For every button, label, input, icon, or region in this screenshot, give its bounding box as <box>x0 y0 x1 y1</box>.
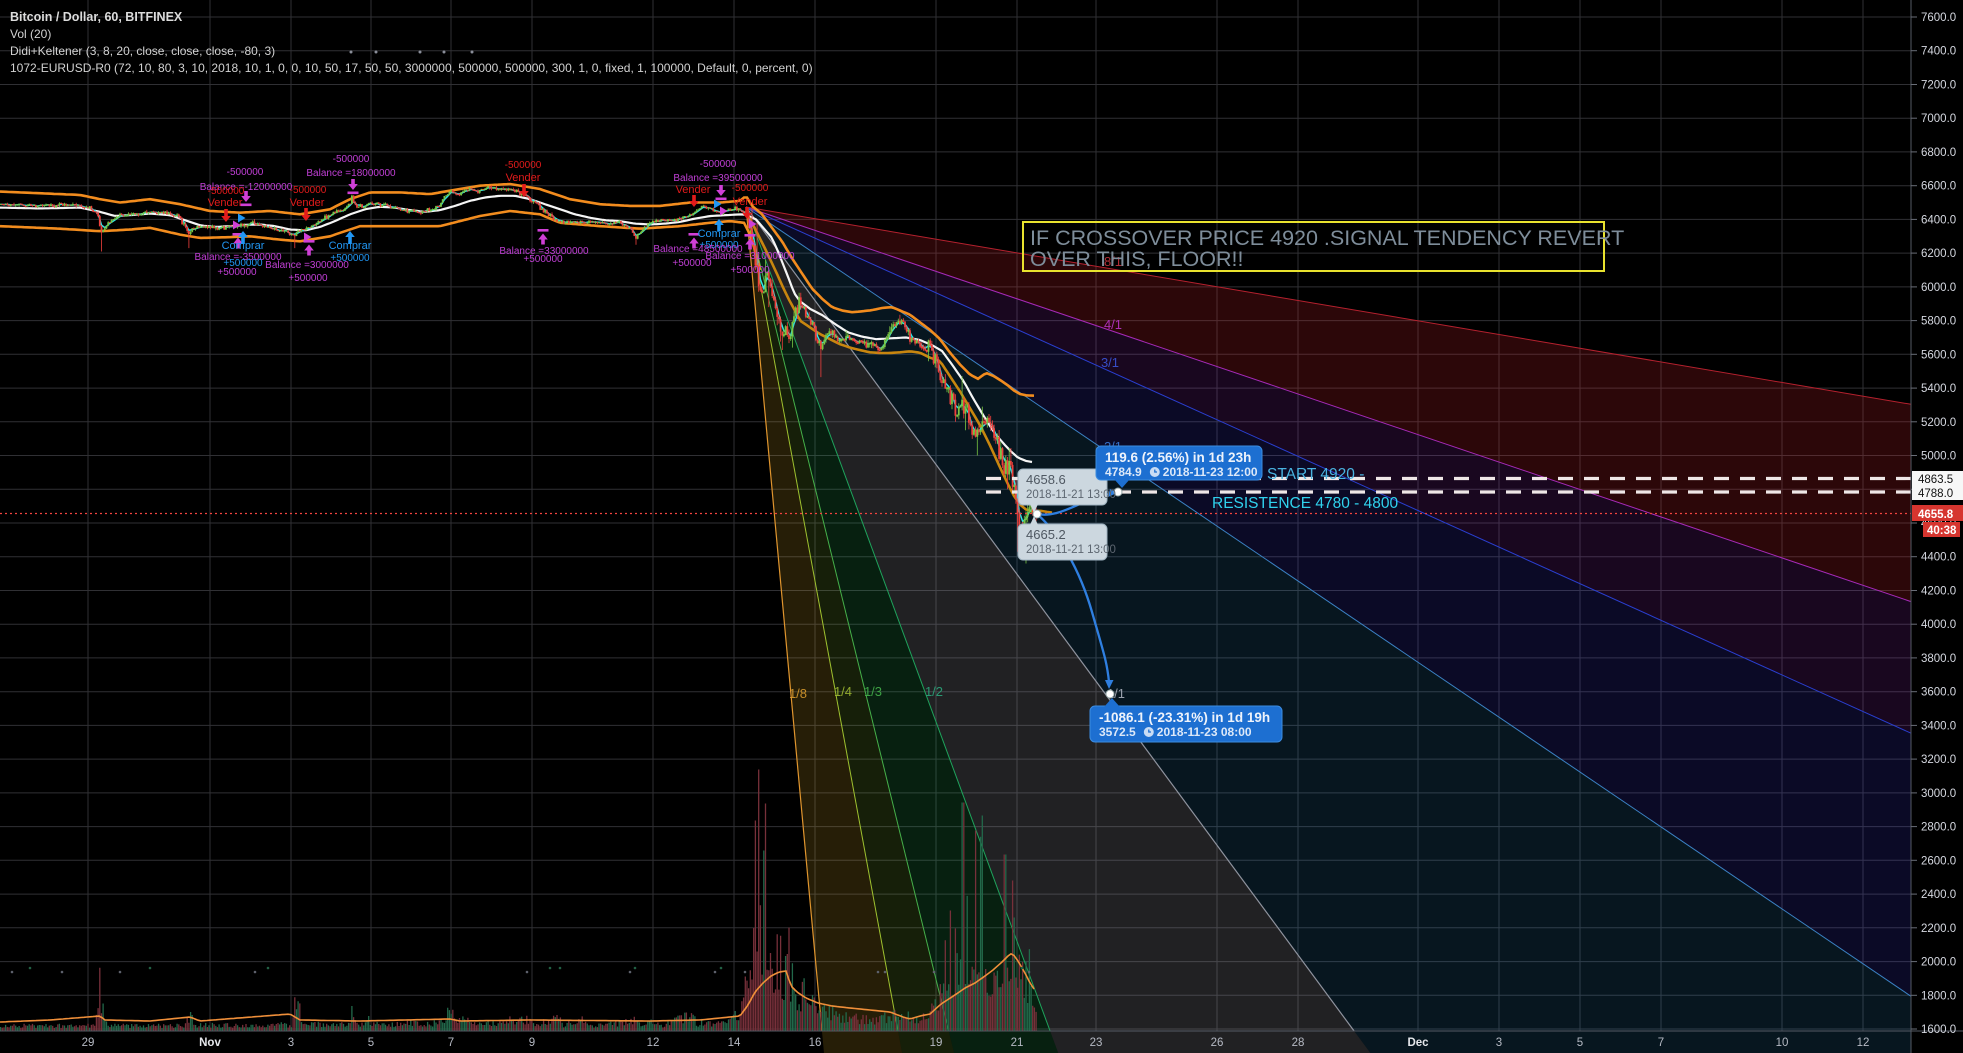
svg-text:3600.0: 3600.0 <box>1921 687 1956 699</box>
svg-text:1/3: 1/3 <box>864 684 882 699</box>
svg-text:3: 3 <box>1496 1037 1502 1049</box>
svg-text:START 4920 -: START 4920 - <box>1267 466 1364 483</box>
svg-text:19: 19 <box>930 1037 943 1049</box>
svg-text:4655.8: 4655.8 <box>1918 509 1954 521</box>
svg-text:Vender: Vender <box>676 184 711 196</box>
svg-text:-1086.1 (-23.31%) in 1d 19h: -1086.1 (-23.31%) in 1d 19h <box>1099 710 1270 725</box>
svg-text:-500000: -500000 <box>505 160 542 171</box>
svg-text:119.6 (2.56%) in 1d 23h: 119.6 (2.56%) in 1d 23h <box>1105 450 1251 465</box>
svg-text:2200.0: 2200.0 <box>1921 923 1956 935</box>
svg-text:6000.0: 6000.0 <box>1921 282 1956 294</box>
svg-text:3000.0: 3000.0 <box>1921 788 1956 800</box>
svg-text:+500000: +500000 <box>523 254 563 265</box>
svg-text:4863.5: 4863.5 <box>1918 474 1953 486</box>
svg-text:7400.0: 7400.0 <box>1921 46 1956 58</box>
svg-text:12: 12 <box>1857 1037 1870 1049</box>
svg-text:5400.0: 5400.0 <box>1921 383 1956 395</box>
svg-text:+500000: +500000 <box>217 267 257 278</box>
svg-text:5: 5 <box>1577 1037 1583 1049</box>
svg-text:+500000: +500000 <box>730 265 770 276</box>
svg-text:4000.0: 4000.0 <box>1921 619 1956 631</box>
svg-text:3200.0: 3200.0 <box>1921 754 1956 766</box>
svg-text:2800.0: 2800.0 <box>1921 822 1956 834</box>
svg-text:5000.0: 5000.0 <box>1921 451 1956 463</box>
svg-text:Vender: Vender <box>290 197 325 209</box>
svg-text:Didi+Keltener (3, 8, 20, close: Didi+Keltener (3, 8, 20, close, close, c… <box>10 44 275 58</box>
svg-text:Balance =31000000: Balance =31000000 <box>705 251 795 262</box>
svg-text:6800.0: 6800.0 <box>1921 147 1956 159</box>
svg-text:5600.0: 5600.0 <box>1921 349 1956 361</box>
svg-text:2018-11-21 13:00: 2018-11-21 13:00 <box>1026 489 1116 501</box>
svg-text:29: 29 <box>82 1037 95 1049</box>
svg-text:Vender: Vender <box>208 197 243 209</box>
svg-text:+500000: +500000 <box>288 273 328 284</box>
svg-text:Vender: Vender <box>506 172 541 184</box>
svg-text:2000.0: 2000.0 <box>1921 957 1956 969</box>
svg-text:3800.0: 3800.0 <box>1921 653 1956 665</box>
svg-text:1/8: 1/8 <box>789 686 807 701</box>
svg-text:6400.0: 6400.0 <box>1921 214 1956 226</box>
svg-text:Dec: Dec <box>1407 1037 1429 1049</box>
svg-text:Comprar: Comprar <box>698 228 741 240</box>
svg-text:23: 23 <box>1090 1037 1103 1049</box>
svg-text:-500000: -500000 <box>333 154 370 165</box>
svg-text:4200.0: 4200.0 <box>1921 586 1956 598</box>
svg-text:5200.0: 5200.0 <box>1921 417 1956 429</box>
svg-text:16: 16 <box>809 1037 822 1049</box>
svg-text:-500000: -500000 <box>700 159 737 170</box>
svg-text:Nov: Nov <box>199 1037 221 1049</box>
svg-text:5800.0: 5800.0 <box>1921 316 1956 328</box>
svg-text:Vender: Vender <box>733 196 768 208</box>
svg-text:3572.5: 3572.5 <box>1099 725 1136 739</box>
svg-text:14: 14 <box>728 1037 741 1049</box>
svg-text:2018-11-21 13:00: 2018-11-21 13:00 <box>1026 544 1116 556</box>
svg-text:-500000: -500000 <box>208 186 245 197</box>
svg-text:7: 7 <box>1658 1037 1664 1049</box>
svg-text:-500000: -500000 <box>227 167 264 178</box>
svg-text:1072-EURUSD-R0 (72, 10, 80, 3,: 1072-EURUSD-R0 (72, 10, 80, 3, 10, 2018,… <box>10 61 813 75</box>
svg-text:4/1: 4/1 <box>1104 317 1122 332</box>
svg-text:1600.0: 1600.0 <box>1921 1024 1956 1036</box>
svg-text:1/2: 1/2 <box>925 684 943 699</box>
svg-text:4665.2: 4665.2 <box>1026 527 1066 542</box>
svg-text:7: 7 <box>448 1037 454 1049</box>
svg-text:4784.9: 4784.9 <box>1105 465 1142 479</box>
svg-text:12: 12 <box>647 1037 660 1049</box>
svg-text:1800.0: 1800.0 <box>1921 990 1956 1002</box>
svg-text:Balance =18000000: Balance =18000000 <box>306 168 396 179</box>
svg-text:3400.0: 3400.0 <box>1921 720 1956 732</box>
svg-text:7200.0: 7200.0 <box>1921 80 1956 92</box>
svg-text:4658.6: 4658.6 <box>1026 472 1066 487</box>
svg-text:26: 26 <box>1211 1037 1224 1049</box>
svg-text:2600.0: 2600.0 <box>1921 855 1956 867</box>
svg-text:RESISTENCE 4780 - 4800: RESISTENCE 4780 - 4800 <box>1212 495 1398 512</box>
svg-text:40:38: 40:38 <box>1927 525 1957 537</box>
svg-text:-500000: -500000 <box>290 185 327 196</box>
svg-text:28: 28 <box>1292 1037 1305 1049</box>
svg-text:9: 9 <box>529 1037 535 1049</box>
svg-text:7000.0: 7000.0 <box>1921 113 1956 125</box>
svg-text:OVER THIS, FLOOR!!: OVER THIS, FLOOR!! <box>1030 247 1243 271</box>
svg-text:Bitcoin / Dollar, 60, BITFINEX: Bitcoin / Dollar, 60, BITFINEX <box>10 10 183 24</box>
svg-text:3: 3 <box>288 1037 294 1049</box>
svg-text:2018-11-23 08:00: 2018-11-23 08:00 <box>1157 725 1252 739</box>
svg-text:4400.0: 4400.0 <box>1921 552 1956 564</box>
svg-text:21: 21 <box>1011 1037 1024 1049</box>
svg-text:6200.0: 6200.0 <box>1921 248 1956 260</box>
svg-text:4788.0: 4788.0 <box>1918 488 1953 500</box>
svg-text:7600.0: 7600.0 <box>1921 12 1956 24</box>
svg-text:+500000: +500000 <box>330 253 370 264</box>
svg-text:6600.0: 6600.0 <box>1921 181 1956 193</box>
svg-text:10: 10 <box>1776 1037 1789 1049</box>
svg-text:Comprar: Comprar <box>329 240 372 252</box>
svg-text:-500000: -500000 <box>732 183 769 194</box>
svg-text:1/4: 1/4 <box>834 684 852 699</box>
svg-text:2400.0: 2400.0 <box>1921 889 1956 901</box>
svg-text:3/1: 3/1 <box>1101 355 1119 370</box>
svg-text:Comprar: Comprar <box>222 240 265 252</box>
svg-text:2018-11-23 12:00: 2018-11-23 12:00 <box>1163 465 1258 479</box>
svg-text:5: 5 <box>368 1037 374 1049</box>
svg-text:Vol (20): Vol (20) <box>10 27 51 41</box>
